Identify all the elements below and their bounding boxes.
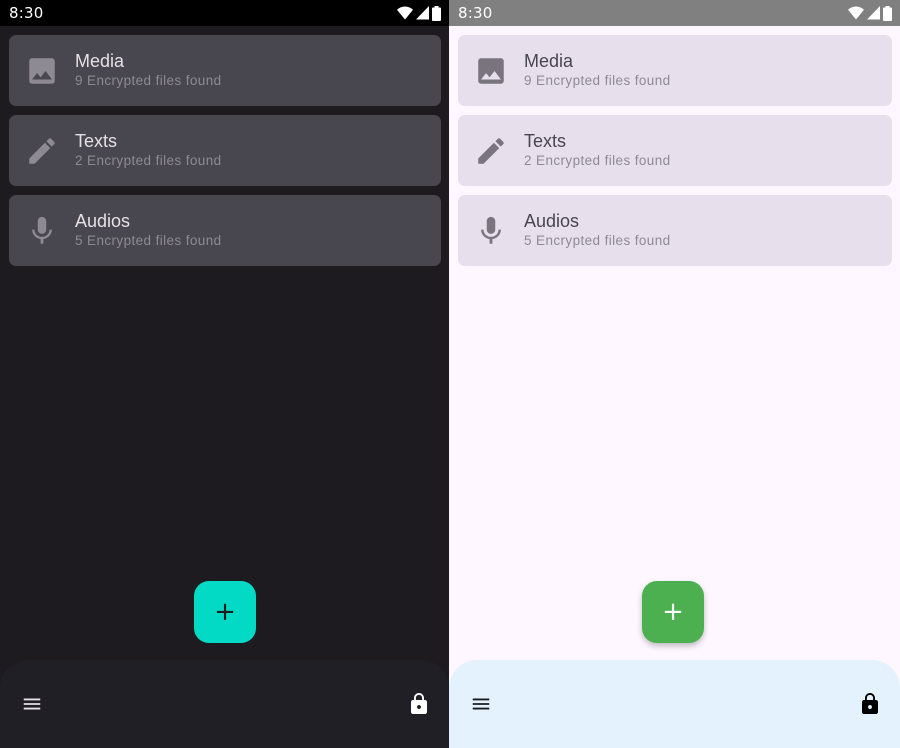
category-item-texts[interactable]: Texts 2 Encrypted files found	[9, 115, 441, 186]
category-title: Media	[75, 51, 125, 71]
battery-icon	[883, 5, 892, 21]
microphone-icon	[474, 214, 508, 248]
dark-theme-screen: 8:30 Media 9 Encrypted files found Texts…	[0, 0, 449, 748]
category-texts: Audios 5 Encrypted files found	[524, 211, 671, 250]
status-bar: 8:30	[449, 0, 900, 26]
category-subtitle: 9 Encrypted files found	[524, 73, 671, 88]
category-item-audios[interactable]: Audios 5 Encrypted files found	[458, 195, 892, 266]
battery-icon	[432, 5, 441, 21]
category-texts: Texts 2 Encrypted files found	[524, 131, 671, 170]
category-item-media[interactable]: Media 9 Encrypted files found	[9, 35, 441, 106]
cellular-signal-icon	[416, 6, 429, 20]
category-title: Audios	[524, 211, 580, 231]
add-button[interactable]: +	[194, 581, 256, 643]
category-subtitle: 2 Encrypted files found	[75, 153, 222, 168]
add-button[interactable]: +	[642, 581, 704, 643]
cellular-signal-icon	[867, 6, 880, 20]
category-item-texts[interactable]: Texts 2 Encrypted files found	[458, 115, 892, 186]
wifi-icon	[848, 6, 864, 20]
category-texts: Media 9 Encrypted files found	[75, 51, 222, 90]
bottom-app-bar	[0, 660, 449, 748]
category-subtitle: 9 Encrypted files found	[75, 73, 222, 88]
category-item-media[interactable]: Media 9 Encrypted files found	[458, 35, 892, 106]
status-time: 8:30	[458, 4, 493, 22]
category-subtitle: 5 Encrypted files found	[524, 233, 671, 248]
category-subtitle: 5 Encrypted files found	[75, 233, 222, 248]
category-title: Texts	[524, 131, 567, 151]
pencil-icon	[25, 134, 59, 168]
category-title: Audios	[75, 211, 131, 231]
status-icons	[848, 5, 892, 21]
status-icons	[397, 5, 441, 21]
wifi-icon	[397, 6, 413, 20]
category-title: Texts	[75, 131, 118, 151]
menu-icon[interactable]	[469, 692, 493, 716]
image-icon	[474, 54, 508, 88]
microphone-icon	[25, 214, 59, 248]
category-list: Media 9 Encrypted files found Texts 2 En…	[9, 35, 441, 275]
screens-wrapper: 8:30 Media 9 Encrypted files found Texts…	[0, 0, 900, 748]
category-texts: Media 9 Encrypted files found	[524, 51, 671, 90]
category-item-audios[interactable]: Audios 5 Encrypted files found	[9, 195, 441, 266]
category-subtitle: 2 Encrypted files found	[524, 153, 671, 168]
image-icon	[25, 54, 59, 88]
pencil-icon	[474, 134, 508, 168]
category-title: Media	[524, 51, 574, 71]
bottom-app-bar	[449, 660, 900, 748]
light-theme-screen: 8:30 Media 9 Encrypted files found Texts…	[449, 0, 900, 748]
plus-icon: +	[662, 597, 684, 627]
category-list: Media 9 Encrypted files found Texts 2 En…	[458, 35, 892, 275]
status-bar: 8:30	[0, 0, 449, 26]
category-texts: Texts 2 Encrypted files found	[75, 131, 222, 170]
lock-icon[interactable]	[407, 692, 431, 716]
menu-icon[interactable]	[20, 692, 44, 716]
lock-icon[interactable]	[858, 692, 882, 716]
category-texts: Audios 5 Encrypted files found	[75, 211, 222, 250]
status-time: 8:30	[9, 4, 44, 22]
plus-icon: +	[214, 597, 236, 627]
